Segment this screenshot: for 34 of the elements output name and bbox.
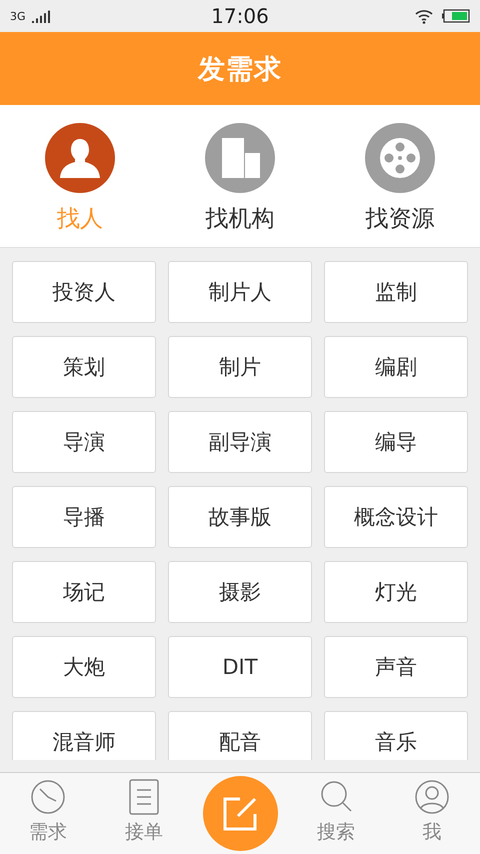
role-button[interactable]: 副导演 <box>168 411 312 473</box>
edit-icon <box>222 796 258 832</box>
compass-icon <box>30 779 66 815</box>
role-button[interactable]: 导演 <box>12 411 156 473</box>
person-icon <box>45 123 115 193</box>
role-button[interactable]: 音乐 <box>324 711 468 760</box>
page-title: 发需求 <box>198 52 282 86</box>
wifi-icon <box>414 8 434 24</box>
role-button[interactable]: 编导 <box>324 411 468 473</box>
role-button[interactable]: 概念设计 <box>324 486 468 548</box>
role-button[interactable]: 故事版 <box>168 486 312 548</box>
role-button[interactable]: 制片人 <box>168 261 312 323</box>
profile-icon <box>414 779 450 815</box>
category-tab[interactable]: 找机构 <box>160 105 320 247</box>
category-tab[interactable]: 找资源 <box>320 105 480 247</box>
role-button[interactable]: 制片 <box>168 336 312 398</box>
clock-time: 17:06 <box>211 4 269 28</box>
role-button[interactable]: 投资人 <box>12 261 156 323</box>
role-button[interactable]: 混音师 <box>12 711 156 760</box>
role-button[interactable]: DIT <box>168 636 312 698</box>
battery-icon <box>442 9 470 23</box>
role-button[interactable]: 声音 <box>324 636 468 698</box>
role-button[interactable]: 编剧 <box>324 336 468 398</box>
role-button[interactable]: 场记 <box>12 561 156 623</box>
role-button[interactable]: 策划 <box>12 336 156 398</box>
role-button[interactable]: 监制 <box>324 261 468 323</box>
role-button[interactable]: 灯光 <box>324 561 468 623</box>
network-type: 3G <box>10 10 26 22</box>
role-button[interactable]: 摄影 <box>168 561 312 623</box>
building-icon <box>205 123 275 193</box>
role-button[interactable]: 大炮 <box>12 636 156 698</box>
role-button[interactable]: 配音 <box>168 711 312 760</box>
film-reel-icon <box>365 123 435 193</box>
role-button[interactable]: 导播 <box>12 486 156 548</box>
